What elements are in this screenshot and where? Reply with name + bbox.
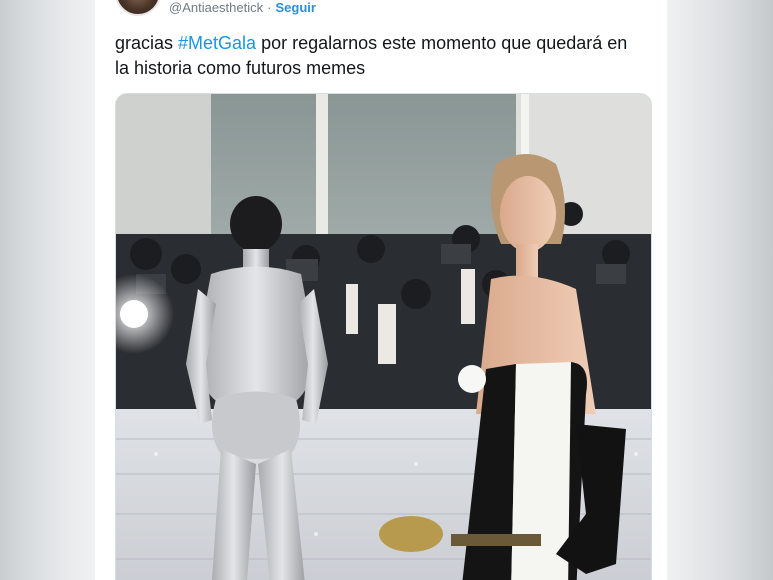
avatar[interactable] <box>115 0 161 16</box>
separator-dot: · <box>267 0 272 15</box>
tweet-text: gracias #MetGala por regalarnos este mom… <box>115 31 635 81</box>
hashtag-link[interactable]: #MetGala <box>178 33 256 53</box>
follow-button[interactable]: Seguir <box>275 0 315 15</box>
background-right <box>667 0 773 580</box>
photo-image <box>116 94 651 580</box>
background-left <box>0 0 95 580</box>
tweet-card: @Antiaesthetick · Seguir gracias #MetGal… <box>95 0 667 580</box>
tweet-text-before: gracias <box>115 33 179 53</box>
tweet-header: @Antiaesthetick · Seguir <box>115 0 316 16</box>
tweet-photo[interactable] <box>115 93 652 580</box>
user-handle[interactable]: @Antiaesthetick <box>169 0 263 15</box>
